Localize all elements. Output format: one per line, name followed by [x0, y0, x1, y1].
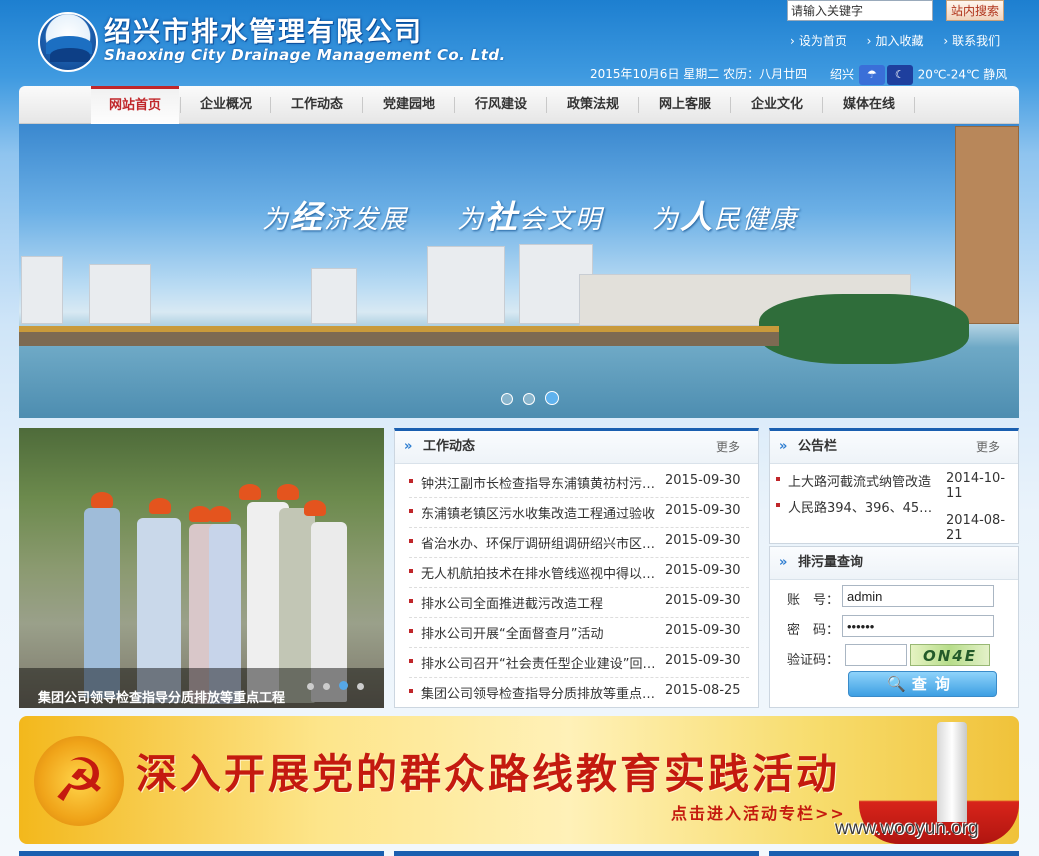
- banner-dot[interactable]: [501, 393, 513, 405]
- photo-dot[interactable]: [323, 683, 330, 690]
- slogan-economy: 为经济发展: [262, 198, 409, 236]
- nav-culture[interactable]: 企业文化: [733, 86, 821, 124]
- arrow-icon: ›: [866, 34, 872, 48]
- photo-caption[interactable]: 集团公司领导检查指导分质排放等重点工程: [38, 687, 285, 706]
- photo-dot[interactable]: [307, 683, 314, 690]
- nav-company-overview[interactable]: 企业概况: [183, 86, 269, 124]
- query-button-label: 查询: [911, 675, 958, 693]
- nav-policy[interactable]: 政策法规: [549, 86, 637, 124]
- hero-banner[interactable]: 为经济发展 为社会文明 为人民健康: [19, 124, 1019, 418]
- date-text: 2015年10月6日 星期二 农历：八月廿四: [590, 67, 808, 81]
- building: [89, 264, 151, 324]
- weather-widget: 绍兴 ☂ ☾ 20℃-24℃ 静风: [830, 65, 1007, 85]
- banner-dot-active[interactable]: [545, 391, 559, 405]
- hammer-sickle-icon: ☭: [34, 736, 124, 826]
- worker-figure: [209, 506, 231, 522]
- double-chevron-icon: »: [779, 439, 788, 454]
- arrow-icon: ›: [943, 34, 949, 48]
- nav-conduct[interactable]: 行风建设: [457, 86, 545, 124]
- worker-figure: [239, 484, 261, 500]
- building: [955, 126, 1019, 324]
- captcha-label: 验证码：: [787, 653, 840, 668]
- party-banner-link[interactable]: 点击进入活动专栏>>: [671, 800, 846, 824]
- search-button[interactable]: 站内搜索: [946, 0, 1004, 21]
- building: [21, 256, 63, 324]
- double-chevron-icon: »: [779, 555, 788, 570]
- photo-dot[interactable]: [357, 683, 364, 690]
- password-input[interactable]: [842, 615, 994, 637]
- query-button[interactable]: 🔍 查询: [848, 671, 997, 697]
- bottom-panel-border: [769, 851, 1019, 856]
- nav-online-service[interactable]: 网上客服: [641, 86, 729, 124]
- captcha-input[interactable]: [845, 644, 907, 666]
- news-photo-slider[interactable]: 集团公司领导检查指导分质排放等重点工程: [19, 428, 384, 708]
- huabiao-pillar-icon: [937, 722, 967, 822]
- nav-media[interactable]: 媒体在线: [825, 86, 913, 124]
- notice-more-link[interactable]: 更多: [976, 431, 1000, 463]
- photo-pager: [298, 679, 364, 694]
- worker-figure: [149, 498, 171, 514]
- bottom-panel-border: [19, 851, 384, 856]
- site-title: 绍兴市排水管理有限公司: [104, 17, 423, 48]
- magnifier-icon: 🔍: [887, 675, 906, 693]
- main-nav: 网站首页 企业概况 工作动态 党建园地 行风建设 政策法规 网上客服 企业文化 …: [19, 86, 1019, 127]
- slogan-society: 为社会文明: [457, 198, 604, 236]
- watermark: www.wooyun.org: [835, 818, 979, 839]
- notice-item[interactable]: 人民路394、396、45… 2014-08-21: [776, 497, 1012, 543]
- nav-home[interactable]: 网站首页: [91, 86, 179, 127]
- nav-party-building[interactable]: 党建园地: [365, 86, 453, 124]
- party-banner-title: 深入开展党的群众路线教育实践活动: [136, 750, 840, 798]
- notice-title: 公告栏: [798, 439, 838, 454]
- banner-dot[interactable]: [523, 393, 535, 405]
- building: [427, 246, 505, 324]
- site-subtitle: Shaoxing City Drainage Management Co. Lt…: [104, 46, 506, 64]
- rain-cloud-icon: ☂: [858, 65, 885, 85]
- notice-panel: » 公告栏 更多 上大路河截流式纳管改造 2014-10-11 人民路394、3…: [769, 428, 1019, 544]
- link-contact-us[interactable]: 联系我们: [952, 34, 1000, 48]
- bridge: [19, 332, 779, 346]
- banner-pager: [496, 391, 564, 409]
- worker-figure: [304, 500, 326, 516]
- captcha-image[interactable]: ON4E: [910, 644, 990, 666]
- work-news-title: 工作动态: [423, 439, 476, 454]
- bottom-panel-border: [394, 851, 759, 856]
- rain-night-icon: ☾: [886, 65, 913, 85]
- news-item[interactable]: 排水公司开展“全面督查月”活动 2015-09-30: [409, 617, 749, 648]
- work-news-more-link[interactable]: 更多: [716, 431, 740, 463]
- link-set-homepage[interactable]: 设为首页: [799, 34, 847, 48]
- building: [311, 268, 357, 324]
- weather-city: 绍兴: [830, 67, 855, 82]
- search-input[interactable]: [787, 0, 933, 21]
- tree: [759, 294, 969, 364]
- account-label: 账 号：: [787, 593, 840, 608]
- worker-figure: [277, 484, 299, 500]
- nav-work-news[interactable]: 工作动态: [273, 86, 361, 124]
- news-item[interactable]: 钟洪江副市长检查指导东浦镇黄祊村污水改造 2015-09-30: [409, 467, 749, 498]
- query-panel: » 排污量查询 账 号： 密 码： 验证码： ON4E 🔍 查询: [769, 546, 1019, 708]
- work-news-panel: » 工作动态 更多 钟洪江副市长检查指导东浦镇黄祊村污水改造 2015-09-30…: [394, 428, 759, 708]
- news-item[interactable]: 省治水办、环保厅调研组调研绍兴市区污水处理2015-09-30: [409, 527, 749, 558]
- password-label: 密 码：: [787, 623, 840, 638]
- double-chevron-icon: »: [404, 439, 413, 454]
- worker-figure: [189, 506, 211, 522]
- link-add-favorite[interactable]: 加入收藏: [875, 34, 923, 48]
- company-logo: [38, 12, 98, 72]
- arrow-icon: ›: [790, 34, 795, 48]
- top-links: › 设为首页 › 加入收藏 › 联系我们: [790, 32, 1000, 49]
- photo-dot-active[interactable]: [339, 681, 348, 690]
- worker-figure: [91, 492, 113, 508]
- slogan-health: 为人民健康: [652, 198, 799, 236]
- news-item[interactable]: 东浦镇老镇区污水收集改造工程通过验收 2015-09-30: [409, 497, 749, 528]
- news-item[interactable]: 集团公司领导检查指导分质排放等重点工程 2015-08-25: [409, 677, 749, 707]
- news-item[interactable]: 排水公司全面推进截污改造工程 2015-09-30: [409, 587, 749, 618]
- account-input[interactable]: [842, 585, 994, 607]
- news-item[interactable]: 无人机航拍技术在排水管线巡视中得以应用 2015-09-30: [409, 557, 749, 588]
- news-item[interactable]: 排水公司召开“社会责任型企业建设”回头看会议2015-09-30: [409, 647, 749, 678]
- query-title: 排污量查询: [798, 555, 864, 570]
- temperature-text: 20℃-24℃ 静风: [917, 67, 1008, 82]
